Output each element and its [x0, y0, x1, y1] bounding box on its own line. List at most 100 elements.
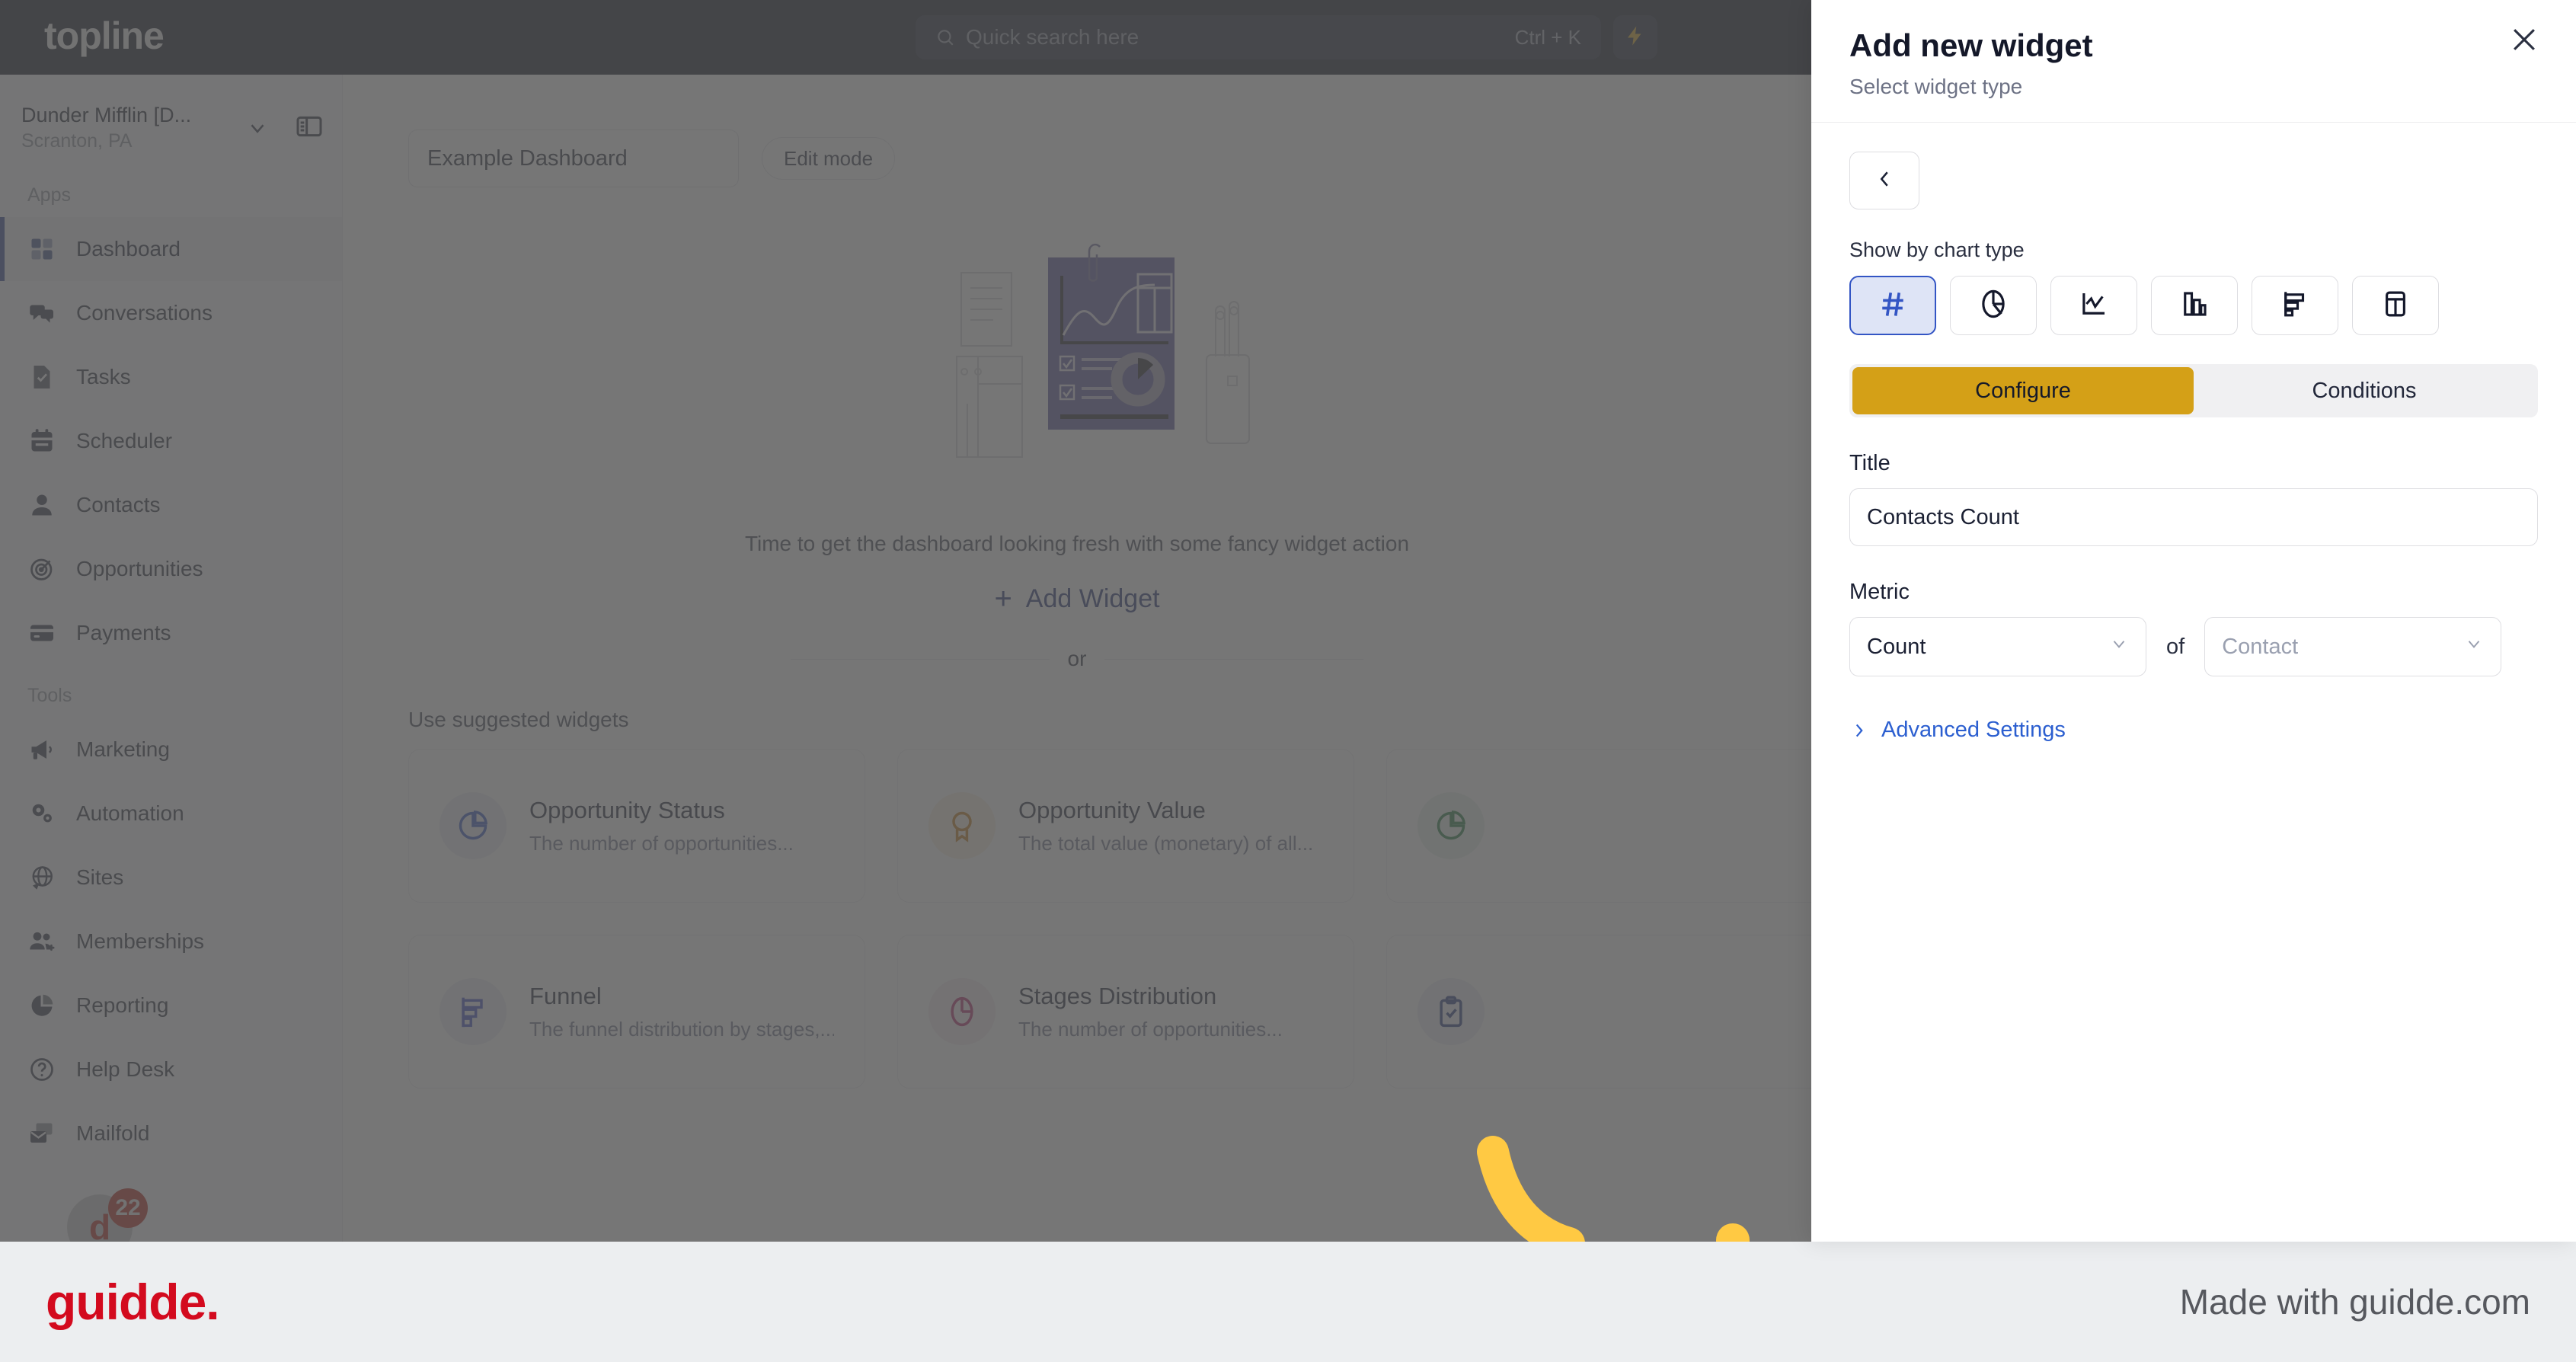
- made-with-guidde-label: Made with guidde.com: [2179, 1282, 2530, 1322]
- sidebar-item-sites[interactable]: Sites: [0, 846, 342, 910]
- org-name: Dunder Mifflin [D...: [21, 104, 192, 126]
- sidebar-item-reporting[interactable]: Reporting: [0, 974, 342, 1037]
- panel-body: Show by chart type Configure Conditions …: [1811, 123, 2576, 743]
- sidebar-item-scheduler[interactable]: Scheduler: [0, 409, 342, 473]
- panel-toggle-icon: [294, 111, 324, 145]
- chevron-left-icon: [1873, 168, 1896, 194]
- org-switcher[interactable]: Dunder Mifflin [D... Scranton, PA: [9, 94, 281, 161]
- main-content: Example Dashboard Edit mode Time to get …: [343, 75, 1811, 1242]
- or-separator: or: [343, 647, 1811, 671]
- chat-bubbles-icon: [27, 299, 56, 328]
- tab-conditions[interactable]: Conditions: [2194, 367, 2535, 414]
- sidebar-item-memberships[interactable]: Memberships: [0, 910, 342, 974]
- sidebar-item-marketing[interactable]: Marketing: [0, 718, 342, 782]
- sidebar-item-opportunities[interactable]: Opportunities: [0, 537, 342, 601]
- sidebar-item-mailfold[interactable]: Mailfold: [0, 1101, 342, 1165]
- chart-type-pie-button[interactable]: [1950, 276, 2037, 335]
- org-switcher-row: Dunder Mifflin [D... Scranton, PA: [9, 91, 333, 165]
- sidebar-item-label: Tasks: [76, 365, 131, 388]
- metric-entity-placeholder: Contact: [2222, 634, 2299, 659]
- widget-card-title: Funnel: [529, 982, 602, 1009]
- panel-subtitle: Select widget type: [1849, 75, 2023, 98]
- suggested-widget-card[interactable]: Stages Distribution The number of opport…: [897, 935, 1354, 1089]
- pie-chart-icon: [27, 991, 56, 1020]
- chart-type-column-button[interactable]: [2151, 276, 2238, 335]
- quick-actions-button[interactable]: [1613, 15, 1657, 59]
- empty-state-caption: Time to get the dashboard looking fresh …: [744, 532, 1410, 555]
- sidebar-item-label: Payments: [76, 621, 171, 644]
- chart-type-bar-button[interactable]: [2252, 276, 2338, 335]
- metric-row: Count of Contact: [1849, 617, 2538, 676]
- sidebar-item-dashboard[interactable]: Dashboard: [0, 217, 342, 281]
- megaphone-icon: [27, 735, 56, 764]
- panel-back-button[interactable]: [1849, 152, 1919, 209]
- sidebar-item-automation[interactable]: Automation: [0, 782, 342, 846]
- hash-icon: [1876, 287, 1910, 325]
- app-root: topline Quick search here Ctrl + K Dunde…: [0, 0, 2576, 1362]
- sidebar-item-label: Contacts: [76, 493, 161, 516]
- puzzle-icon: [27, 235, 56, 264]
- close-panel-button[interactable]: [2506, 23, 2542, 59]
- funnel-bars-icon: [439, 978, 507, 1045]
- widget-card-desc: The number of opportunities...: [529, 831, 794, 855]
- sidebar-item-label: Mailfold: [76, 1121, 150, 1145]
- plus-icon: +: [994, 582, 1012, 615]
- metric-function-select[interactable]: Count: [1849, 617, 2146, 676]
- line-chart-icon: [2078, 288, 2110, 324]
- mail-stack-icon: [27, 1119, 56, 1148]
- widget-title-input[interactable]: Contacts Count: [1849, 488, 2538, 546]
- suggested-widgets-grid: Opportunity Status The number of opportu…: [343, 749, 1811, 1089]
- question-circle-icon: [27, 1055, 56, 1084]
- sidebar-item-tasks[interactable]: Tasks: [0, 345, 342, 409]
- chart-type-selector: [1849, 276, 2538, 335]
- panel-title: Add new widget: [1849, 27, 2093, 63]
- sidebar-item-label: Help Desk: [76, 1057, 175, 1081]
- title-field-label: Title: [1849, 451, 1890, 475]
- search-input[interactable]: Quick search here Ctrl + K: [916, 15, 1601, 59]
- dashboard-header: Example Dashboard Edit mode: [343, 75, 1811, 187]
- suggested-widget-card[interactable]: Funnel The funnel distribution by stages…: [408, 935, 865, 1089]
- sidebar-item-help-desk[interactable]: Help Desk: [0, 1037, 342, 1101]
- suggested-widget-card[interactable]: Opportunity Status The number of opportu…: [408, 749, 865, 903]
- tab-configure[interactable]: Configure: [1852, 367, 2194, 414]
- lightning-bolt-icon: [1624, 24, 1647, 51]
- nav-group-tools-label: Tools: [27, 685, 72, 706]
- person-icon: [27, 491, 56, 520]
- panel-tabs: Configure Conditions: [1849, 364, 2538, 417]
- add-widget-button[interactable]: + Add Widget: [994, 582, 1159, 616]
- metric-entity-select[interactable]: Contact: [2204, 617, 2502, 676]
- pie-slice-icon: [928, 978, 996, 1045]
- suggested-widget-card[interactable]: [1386, 935, 1811, 1089]
- chevron-down-icon: [2109, 634, 2129, 660]
- close-icon: [2507, 23, 2541, 60]
- chart-type-line-button[interactable]: [2050, 276, 2137, 335]
- sidebar-item-label: Opportunities: [76, 557, 203, 580]
- widget-card-desc: The funnel distribution by stages,...: [529, 1017, 834, 1041]
- divider-right: [1104, 658, 1364, 660]
- edit-mode-button[interactable]: Edit mode: [762, 137, 896, 180]
- metric-function-value: Count: [1867, 634, 1926, 659]
- notification-badge: 22: [108, 1188, 148, 1228]
- suggested-widget-card[interactable]: Opportunity Value The total value (monet…: [897, 749, 1354, 903]
- metric-field-label: Metric: [1849, 580, 1910, 604]
- suggested-widget-card[interactable]: [1386, 749, 1811, 903]
- chart-type-number-button[interactable]: [1849, 276, 1936, 335]
- sidebar-collapse-button[interactable]: [286, 104, 333, 152]
- document-check-icon: [27, 363, 56, 392]
- sidebar-item-payments[interactable]: Payments: [0, 601, 342, 665]
- dashboard-title-input[interactable]: Example Dashboard: [408, 129, 739, 187]
- sidebar-item-label: Conversations: [76, 301, 213, 325]
- search-placeholder: Quick search here: [966, 25, 1139, 49]
- sidebar-item-contacts[interactable]: Contacts: [0, 473, 342, 537]
- pie-chart-icon: [1977, 288, 2009, 324]
- sidebar-item-conversations[interactable]: Conversations: [0, 281, 342, 345]
- advanced-settings-toggle[interactable]: Advanced Settings: [1849, 718, 2538, 743]
- chevron-down-icon: [246, 117, 269, 139]
- empty-state: Time to get the dashboard looking fresh …: [343, 241, 1811, 671]
- chart-type-table-button[interactable]: [2352, 276, 2439, 335]
- sidebar: Dunder Mifflin [D... Scranton, PA Apps D…: [0, 75, 343, 1242]
- award-ribbon-icon: [928, 792, 996, 859]
- chevron-right-icon: [1849, 721, 1869, 740]
- sidebar-item-label: Dashboard: [76, 237, 181, 261]
- gears-icon: [27, 799, 56, 828]
